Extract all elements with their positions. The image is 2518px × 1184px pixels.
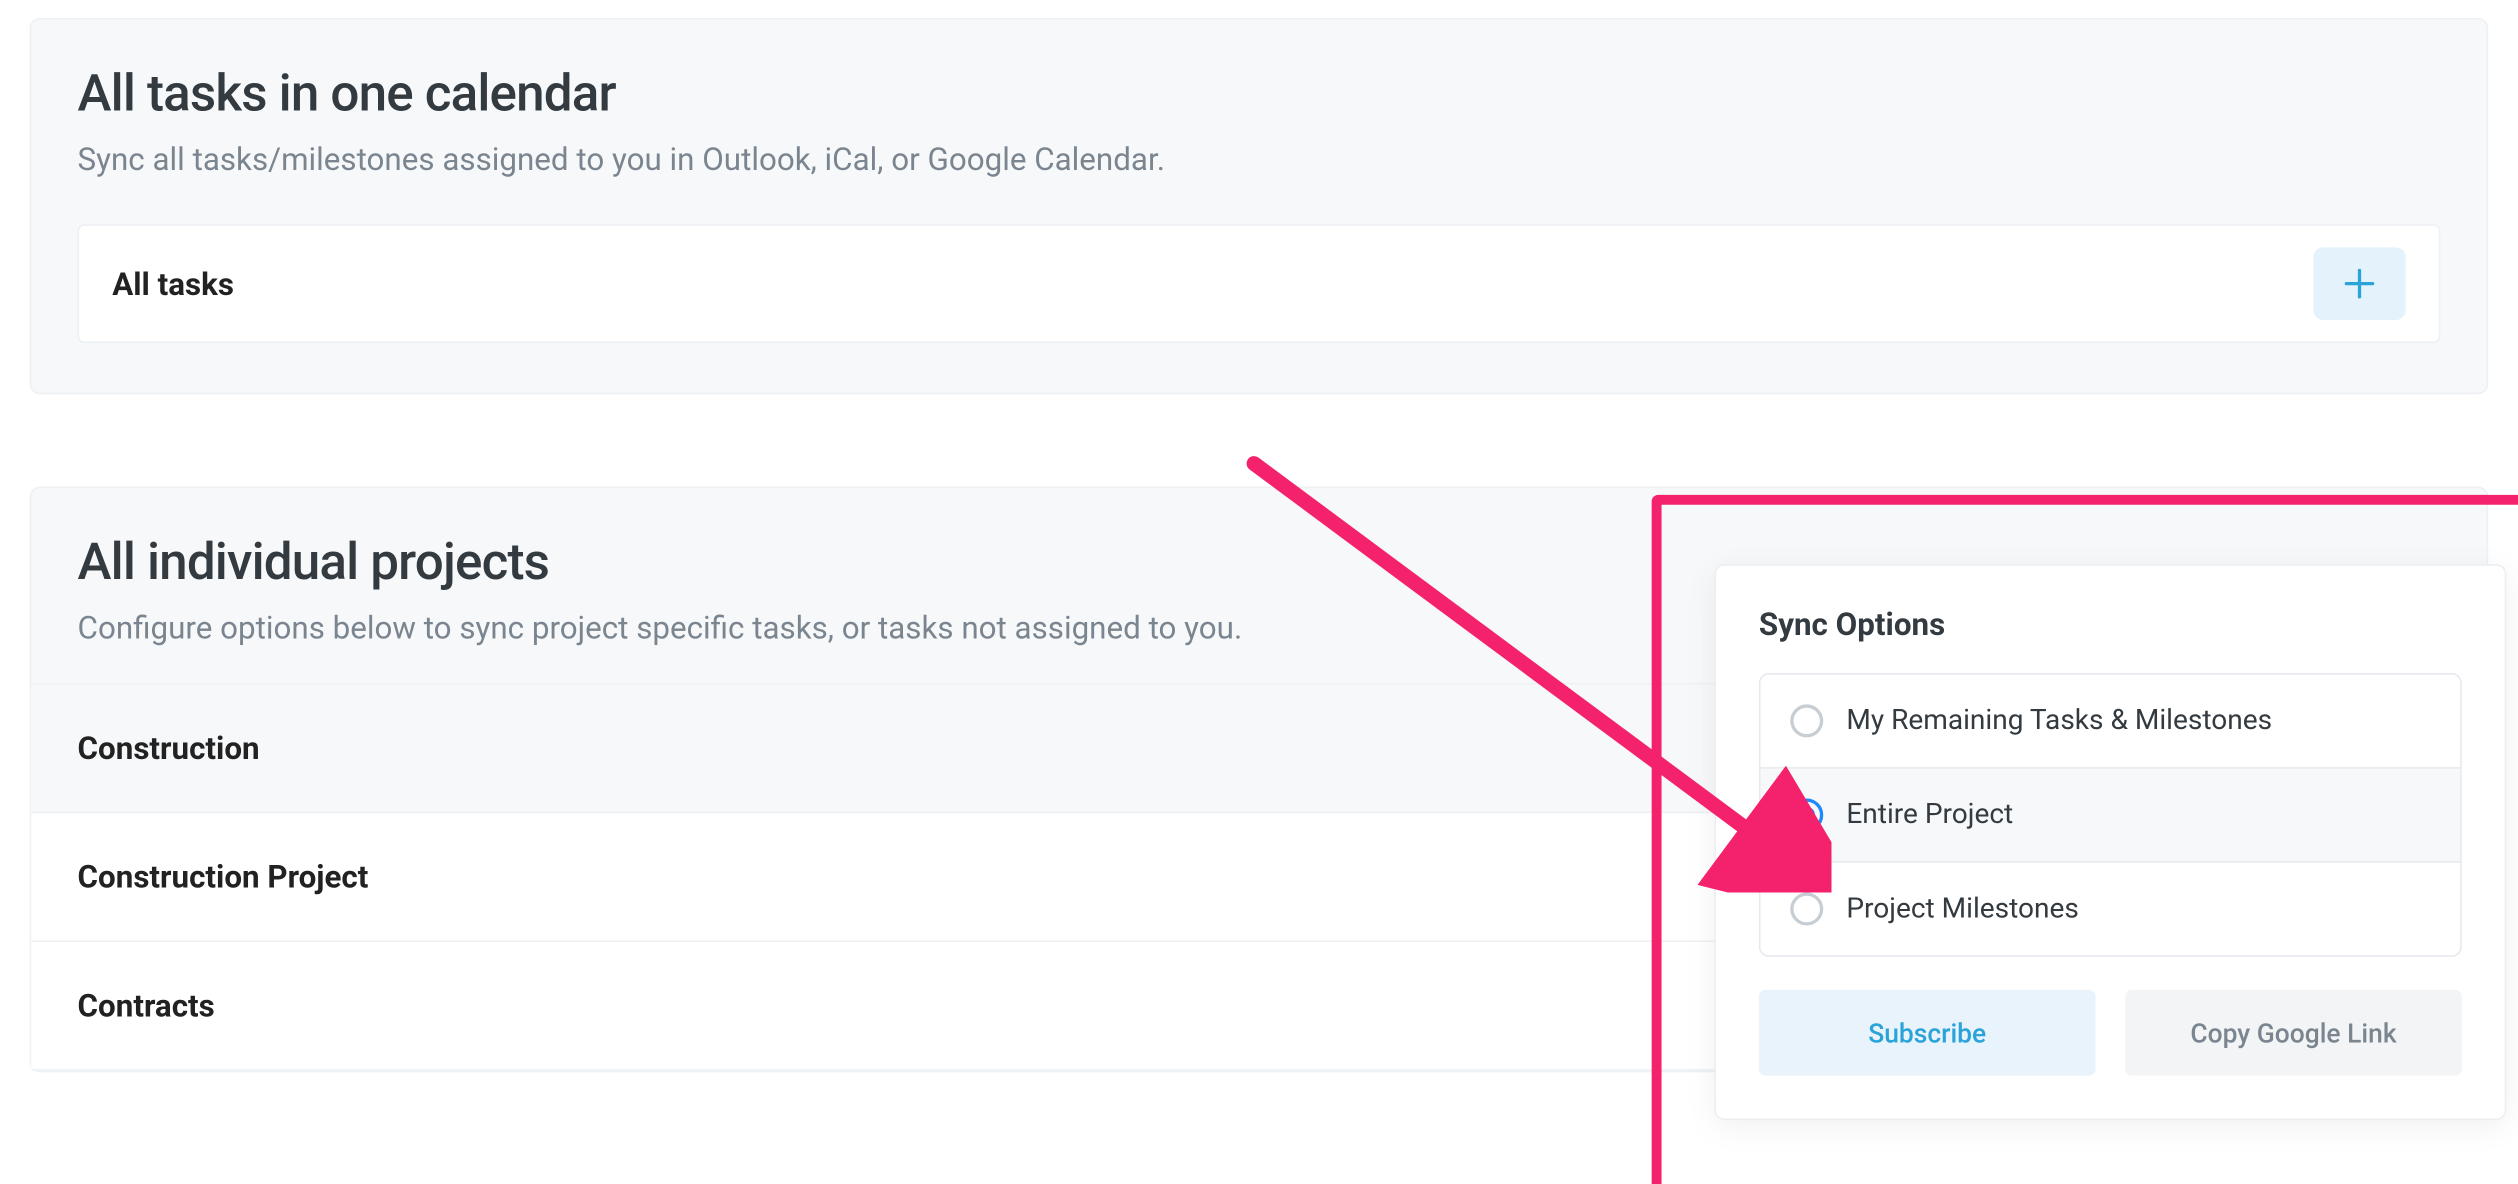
sync-option-label: Project Milestones <box>1846 893 2079 926</box>
radio-icon <box>1790 798 1823 831</box>
sync-option-my-remaining[interactable]: My Remaining Tasks & Milestones <box>1761 675 2461 769</box>
project-row-label: Contracts <box>78 987 215 1025</box>
radio-icon <box>1790 704 1823 737</box>
subscribe-button[interactable]: Subscribe <box>1759 990 2096 1076</box>
add-sync-button[interactable] <box>2313 247 2405 320</box>
copy-google-link-button-label: Copy Google Link <box>2190 1017 2396 1048</box>
sync-option-entire-project[interactable]: Entire Project <box>1761 769 2461 863</box>
plus-icon <box>2345 269 2375 299</box>
subscribe-button-label: Subscribe <box>1868 1017 1986 1048</box>
sync-option-label: Entire Project <box>1846 798 2013 831</box>
copy-google-link-button[interactable]: Copy Google Link <box>2125 990 2462 1076</box>
all-tasks-subtitle: Sync all tasks/milestones assigned to yo… <box>78 140 2441 178</box>
project-row-label: Construction Project <box>78 858 369 896</box>
sync-options-title: Sync Options <box>1759 605 2462 643</box>
project-row-label: Construction <box>78 729 260 767</box>
all-tasks-title: All tasks in one calendar <box>78 63 2441 124</box>
sync-options-list: My Remaining Tasks & Milestones Entire P… <box>1759 673 2462 957</box>
sync-options-popover: Sync Options My Remaining Tasks & Milest… <box>1714 564 2506 1120</box>
all-tasks-panel: All tasks in one calendar Sync all tasks… <box>30 18 2489 394</box>
sync-option-label: My Remaining Tasks & Milestones <box>1846 704 2272 737</box>
radio-icon <box>1790 893 1823 926</box>
sync-option-project-milestones[interactable]: Project Milestones <box>1761 863 2461 955</box>
all-tasks-row-label: All tasks <box>112 265 234 303</box>
all-tasks-row[interactable]: All tasks <box>78 224 2441 343</box>
